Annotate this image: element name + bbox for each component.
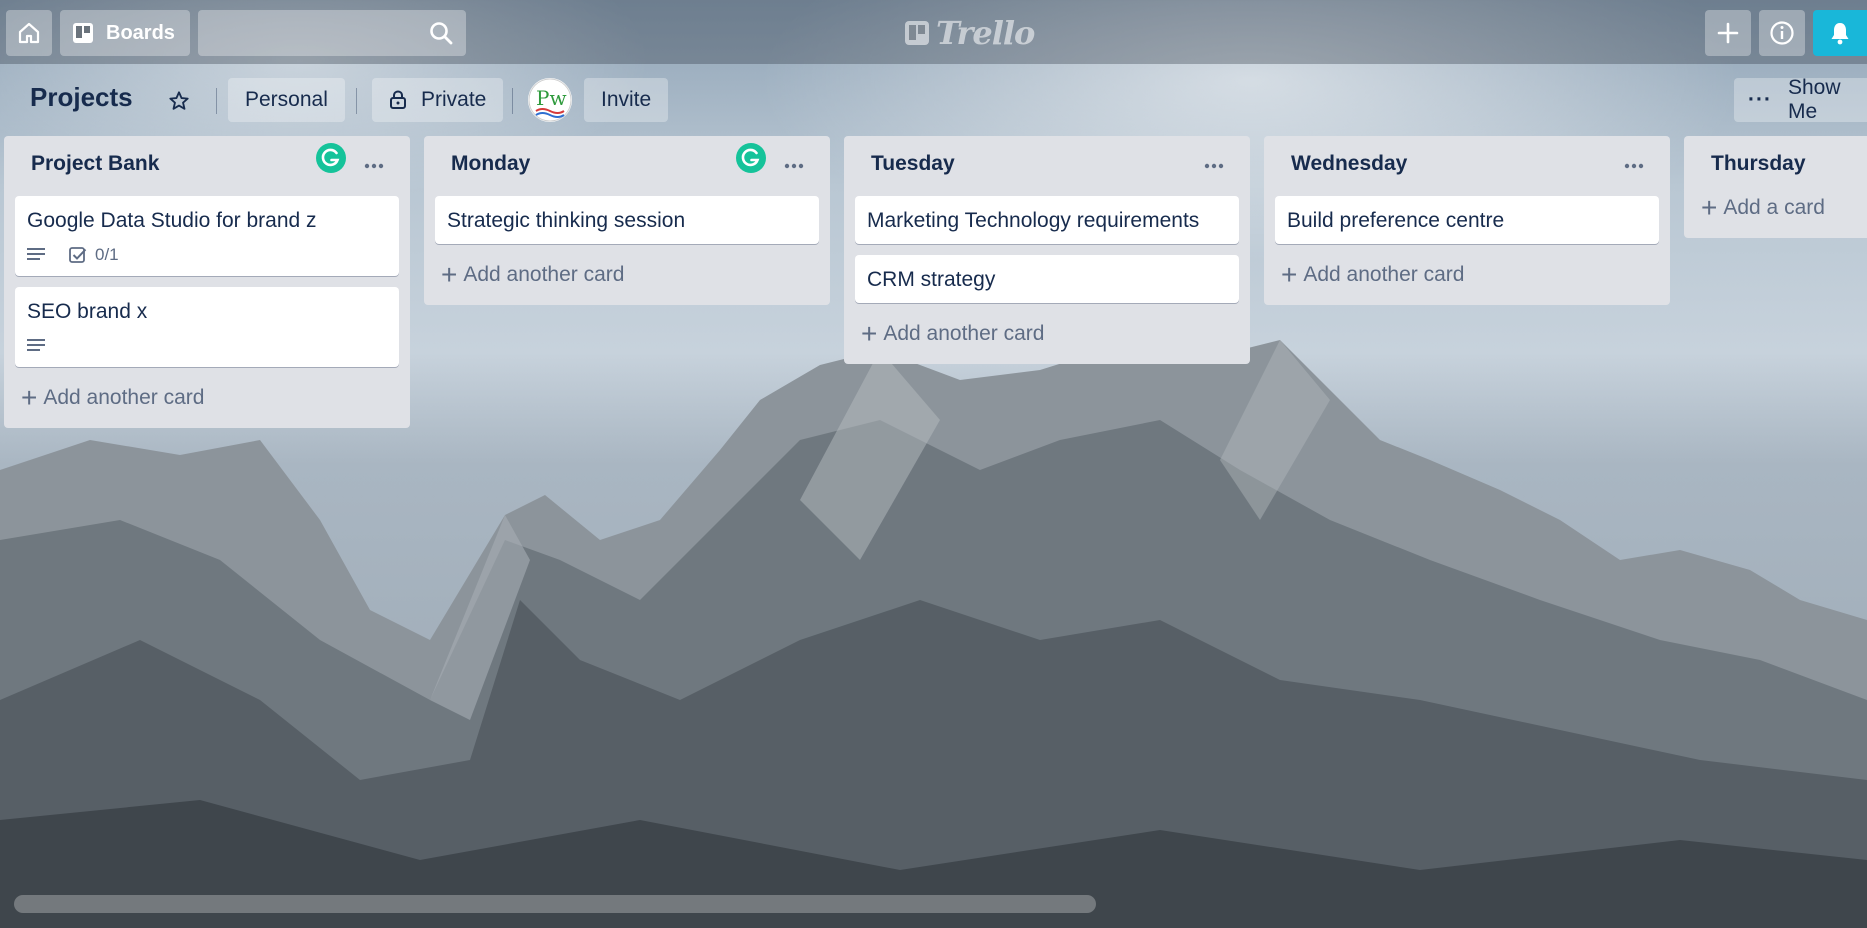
list-header: Monday: [435, 136, 819, 196]
team-visibility-button[interactable]: Personal: [228, 78, 345, 122]
card[interactable]: Build preference centre: [1275, 196, 1659, 244]
add-card-label: Add another card: [1303, 263, 1465, 286]
plus-icon: +: [861, 318, 878, 349]
list-menu-button[interactable]: [1197, 154, 1231, 178]
invite-label: Invite: [601, 88, 652, 111]
grammarly-icon[interactable]: [315, 142, 347, 174]
trello-logo[interactable]: Trello: [904, 14, 1035, 52]
avatar-logo-icon: Pw: [528, 78, 572, 122]
list-monday: Monday Strategic thinking session + Add …: [424, 136, 830, 305]
card-badges: 0/1: [27, 244, 387, 266]
bell-icon: [1831, 23, 1849, 45]
board-header: Projects Personal Private Pw Invite ··· …: [0, 72, 1867, 128]
notifications-button[interactable]: [1813, 10, 1867, 56]
list-thursday: Thursday + Add a card: [1684, 136, 1867, 238]
list-wednesday: Wednesday Build preference centre + Add …: [1264, 136, 1670, 305]
boards-label: Boards: [106, 21, 175, 44]
boards-button[interactable]: Boards: [60, 10, 190, 56]
list-menu-button[interactable]: [1617, 154, 1651, 178]
list-header: Tuesday: [855, 136, 1239, 196]
show-menu-button[interactable]: ··· Show Me: [1734, 76, 1867, 123]
privacy-button[interactable]: Private: [372, 78, 504, 122]
plus-icon: [1717, 22, 1739, 44]
board-title[interactable]: Projects: [30, 82, 133, 113]
list-header: Project Bank: [15, 136, 399, 196]
description-badge: [27, 338, 53, 354]
add-card-button[interactable]: + Add another card: [15, 378, 399, 418]
show-menu-label: Show Me: [1787, 76, 1841, 123]
card[interactable]: Google Data Studio for brand z 0/1: [15, 196, 399, 276]
add-card-label: Add another card: [883, 322, 1045, 345]
team-visibility-label: Personal: [245, 88, 328, 111]
more-icon: [1204, 163, 1224, 169]
list-title[interactable]: Thursday: [1711, 152, 1806, 176]
checklist-icon: [69, 247, 87, 263]
avatar[interactable]: Pw: [528, 78, 572, 122]
home-button[interactable]: [6, 10, 52, 56]
add-card-label: Add another card: [463, 263, 625, 286]
horizontal-scrollbar[interactable]: [14, 895, 1096, 913]
plus-icon: +: [1281, 259, 1298, 290]
description-icon: [27, 248, 45, 260]
privacy-label: Private: [421, 88, 487, 111]
checklist-count: 0/1: [95, 245, 119, 264]
description-badge: [27, 247, 53, 263]
avatar-initials: Pw: [536, 86, 567, 110]
card[interactable]: SEO brand x: [15, 287, 399, 367]
card-title: Strategic thinking session: [447, 209, 686, 232]
card-title: CRM strategy: [867, 268, 996, 291]
plus-icon: +: [1701, 192, 1718, 223]
more-icon: [784, 163, 804, 169]
list-menu-button[interactable]: [777, 154, 811, 178]
more-icon: ···: [1748, 88, 1772, 111]
create-button[interactable]: [1705, 10, 1751, 56]
logo-text: Trello: [936, 14, 1035, 52]
card[interactable]: Marketing Technology requirements: [855, 196, 1239, 244]
description-icon: [27, 339, 45, 351]
checklist-badge: 0/1: [69, 245, 119, 265]
list-tuesday: Tuesday Marketing Technology requirement…: [844, 136, 1250, 364]
header-divider: [216, 88, 217, 114]
boards-icon: [73, 23, 93, 43]
header-divider: [356, 88, 357, 114]
add-card-label: Add another card: [43, 386, 205, 409]
list-title[interactable]: Monday: [451, 152, 530, 176]
card[interactable]: CRM strategy: [855, 255, 1239, 303]
search-input[interactable]: [198, 10, 466, 56]
plus-icon: +: [441, 259, 458, 290]
list-project-bank: Project Bank Google Data Studio for bran…: [4, 136, 410, 428]
header-divider: [512, 88, 513, 114]
add-card-button[interactable]: + Add another card: [1275, 255, 1659, 295]
card-title: Marketing Technology requirements: [867, 209, 1200, 232]
list-title[interactable]: Wednesday: [1291, 152, 1407, 176]
card-title: Google Data Studio for brand z: [27, 209, 317, 232]
info-button[interactable]: [1759, 10, 1805, 56]
add-card-button[interactable]: + Add another card: [855, 314, 1239, 354]
trello-logo-icon: [905, 21, 929, 45]
info-icon: [1770, 21, 1794, 45]
search-icon[interactable]: [428, 20, 454, 46]
home-icon: [18, 22, 40, 44]
star-icon: [169, 91, 189, 110]
add-card-button[interactable]: + Add another card: [435, 255, 819, 295]
invite-button[interactable]: Invite: [584, 78, 669, 122]
list-header: Thursday: [1695, 136, 1867, 196]
more-icon: [364, 163, 384, 169]
plus-icon: +: [21, 382, 38, 413]
card-title: SEO brand x: [27, 300, 148, 323]
card-title: Build preference centre: [1287, 209, 1505, 232]
grammarly-icon[interactable]: [735, 142, 767, 174]
list-header: Wednesday: [1275, 136, 1659, 196]
more-icon: [1624, 163, 1644, 169]
card-badges: [27, 335, 387, 357]
top-navigation-bar: Boards Trello: [0, 0, 1867, 64]
list-menu-button[interactable]: [357, 154, 391, 178]
list-title[interactable]: Tuesday: [871, 152, 955, 176]
list-title[interactable]: Project Bank: [31, 152, 159, 176]
card[interactable]: Strategic thinking session: [435, 196, 819, 244]
add-card-label: Add a card: [1723, 196, 1825, 219]
lock-icon: [390, 90, 406, 109]
star-board-button[interactable]: [162, 84, 196, 118]
